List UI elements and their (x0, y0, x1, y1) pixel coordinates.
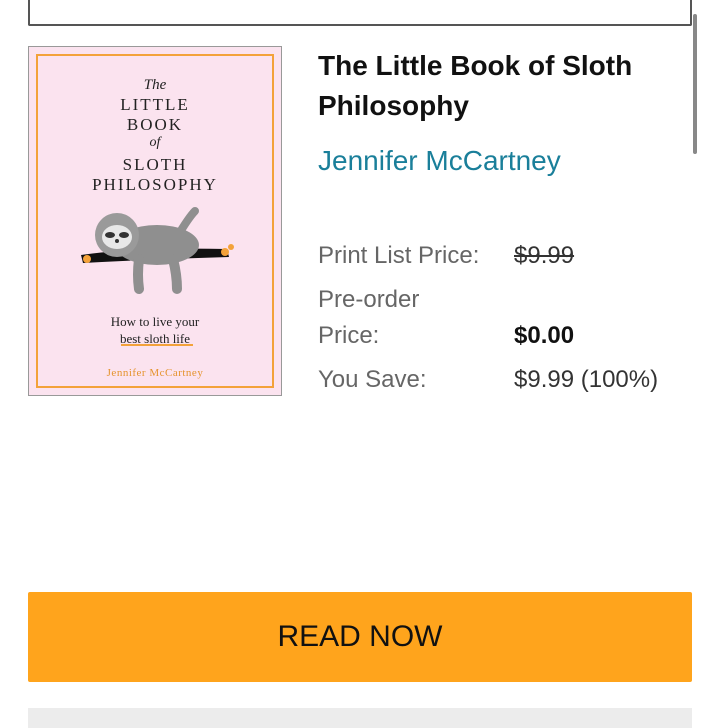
cover-title-text: LITTLE BOOK (29, 95, 281, 135)
preorder-price-label: Pre-order Price: (318, 286, 420, 349)
preorder-price-value: $0.00 (514, 322, 575, 349)
sloth-illustration (81, 207, 234, 294)
cover-subtitle-line: How to live your (110, 314, 200, 329)
cover-of-text: of (149, 135, 161, 150)
book-title: The Little Book of Sloth Philosophy (318, 50, 633, 121)
print-list-price-value: $9.99 (514, 242, 575, 269)
scrollbar[interactable] (693, 14, 697, 154)
cover-title-line: LITTLE (120, 95, 190, 114)
cover-author: Jennifer McCartney (106, 367, 204, 379)
top-panel (28, 0, 692, 26)
cover-underline (121, 344, 193, 346)
you-save-value: $9.99 (100%) (514, 366, 659, 393)
cover-sloth-text: SLOTH PHILOSOPHY (29, 155, 281, 195)
author-link[interactable]: Jennifer McCartney (318, 142, 561, 180)
cover-the-text: The (143, 77, 167, 93)
print-list-price-label: Print List Price: (318, 242, 480, 269)
read-now-button[interactable]: READ NOW (28, 592, 692, 682)
cover-sloth-line: PHILOSOPHY (92, 175, 218, 194)
cover-subtitle: How to live your best sloth life (29, 313, 281, 347)
cover-sloth-line: SLOTH (122, 155, 188, 174)
cover-title-line: BOOK (126, 115, 184, 134)
book-cover-image[interactable]: The LITTLE BOOK of SLOTH PHILOSOPHY How … (28, 46, 282, 396)
you-save-label: You Save: (318, 366, 427, 393)
bottom-panel (28, 708, 692, 728)
